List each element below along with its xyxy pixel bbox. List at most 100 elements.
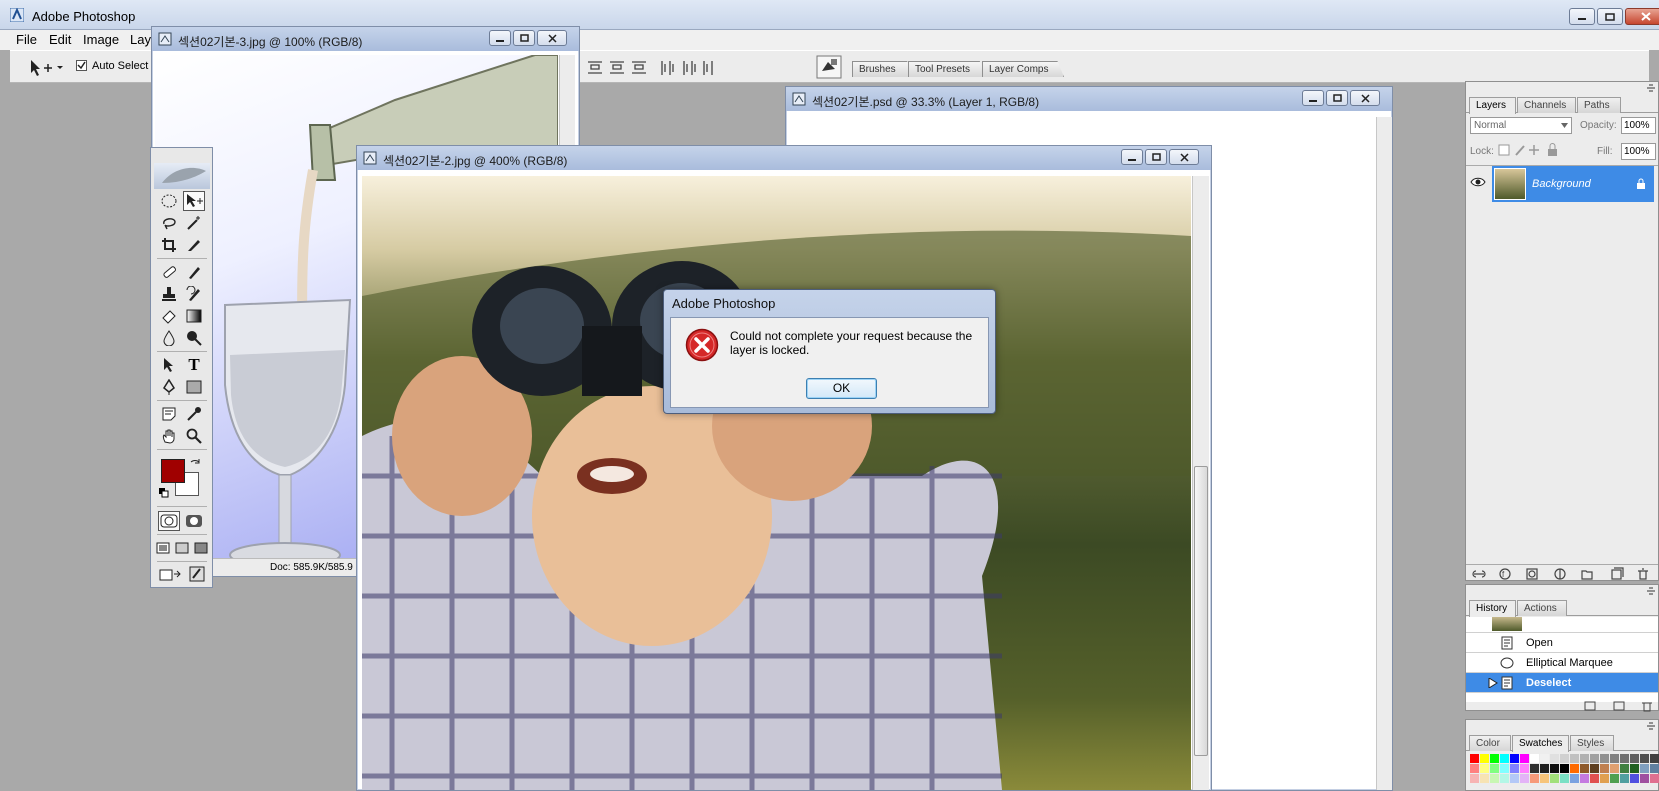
history-item-open[interactable]: Open — [1466, 633, 1658, 653]
lock-options-icons[interactable] — [1498, 143, 1562, 157]
doc3-close-button[interactable] — [537, 30, 567, 46]
color-swatch[interactable] — [1550, 764, 1559, 773]
palette-well-icon[interactable] — [816, 55, 842, 79]
palette-menu-icon[interactable] — [1644, 82, 1658, 94]
color-swatch[interactable] — [1620, 764, 1629, 773]
lasso-tool[interactable] — [158, 213, 180, 233]
color-swatch[interactable] — [1470, 774, 1479, 783]
tab-swatches[interactable]: Swatches — [1512, 735, 1569, 752]
document-2-scrollbar[interactable] — [1192, 176, 1209, 790]
swap-colors-icon[interactable] — [189, 458, 201, 470]
color-swatch[interactable] — [1480, 754, 1489, 763]
color-swatch[interactable] — [1550, 754, 1559, 763]
history-item-elliptical-marquee[interactable]: Elliptical Marquee — [1466, 653, 1658, 673]
document-2-scroll-thumb[interactable] — [1194, 466, 1208, 756]
magic-wand-tool[interactable] — [183, 213, 205, 233]
well-tab-brushes[interactable]: Brushes — [852, 61, 912, 77]
color-swatch[interactable] — [1480, 764, 1489, 773]
color-swatch[interactable] — [1500, 774, 1509, 783]
clone-stamp-tool[interactable] — [158, 284, 180, 304]
document-psd-scrollbar[interactable] — [1376, 117, 1392, 790]
color-swatch[interactable] — [1510, 754, 1519, 763]
history-item-deselect[interactable]: Deselect — [1466, 673, 1658, 693]
screen-mode-full-menu[interactable] — [173, 538, 191, 558]
color-swatch[interactable] — [1630, 764, 1639, 773]
default-colors-icon[interactable] — [159, 488, 169, 498]
eraser-tool[interactable] — [158, 306, 180, 326]
color-swatch[interactable] — [1600, 754, 1609, 763]
minimize-button[interactable] — [1569, 8, 1595, 25]
align-icons[interactable] — [586, 59, 716, 77]
doc3-minimize-button[interactable] — [489, 30, 511, 46]
opacity-input[interactable]: 100% — [1621, 117, 1656, 134]
document-window-2[interactable]: 섹션02기본-2.jpg @ 400% (RGB/8) — [356, 145, 1212, 791]
color-swatch[interactable] — [1590, 764, 1599, 773]
zoom-tool[interactable] — [183, 426, 205, 446]
color-swatch[interactable] — [1630, 774, 1639, 783]
color-swatch[interactable] — [1490, 764, 1499, 773]
crop-tool[interactable] — [158, 235, 180, 255]
color-swatch[interactable] — [1520, 764, 1529, 773]
rectangle-tool[interactable] — [183, 377, 205, 397]
marquee-tool[interactable] — [158, 191, 180, 211]
psd-close-button[interactable] — [1350, 90, 1380, 106]
color-swatch[interactable] — [1530, 764, 1539, 773]
fill-input[interactable]: 100% — [1621, 143, 1656, 160]
blend-mode-select[interactable]: Normal — [1470, 117, 1572, 134]
document-2-canvas[interactable] — [362, 176, 1191, 790]
tab-styles[interactable]: Styles — [1570, 735, 1614, 751]
color-swatch[interactable] — [1650, 774, 1659, 783]
feather-logo[interactable] — [154, 163, 210, 189]
color-swatch[interactable] — [1490, 774, 1499, 783]
auto-select-checkbox[interactable] — [76, 60, 87, 71]
close-button[interactable] — [1625, 8, 1659, 25]
quick-mask-button[interactable] — [183, 511, 205, 531]
color-swatch[interactable] — [1580, 754, 1589, 763]
color-swatch[interactable] — [1550, 774, 1559, 783]
ok-button[interactable]: OK — [806, 378, 877, 399]
color-swatch[interactable] — [1630, 754, 1639, 763]
notes-tool[interactable] — [158, 404, 180, 424]
hand-tool[interactable] — [158, 426, 180, 446]
color-swatch[interactable] — [1530, 774, 1539, 783]
color-swatch[interactable] — [1500, 764, 1509, 773]
color-swatch[interactable] — [1620, 754, 1629, 763]
color-swatch[interactable] — [1590, 754, 1599, 763]
imageready-logo[interactable] — [186, 564, 208, 584]
tab-color[interactable]: Color — [1469, 735, 1511, 751]
color-swatch[interactable] — [1640, 774, 1649, 783]
layer-footer-icons[interactable]: f — [1472, 567, 1654, 580]
document-2-titlebar[interactable]: 섹션02기본-2.jpg @ 400% (RGB/8) — [357, 146, 1211, 170]
document-3-titlebar[interactable]: 섹션02기본-3.jpg @ 100% (RGB/8) — [152, 27, 579, 51]
type-tool[interactable]: T — [183, 355, 205, 375]
palette-menu-icon[interactable] — [1644, 585, 1658, 597]
screen-mode-standard[interactable] — [154, 538, 172, 558]
well-tab-layer-comps[interactable]: Layer Comps — [982, 61, 1064, 77]
screen-mode-full[interactable] — [192, 538, 210, 558]
color-swatch[interactable] — [1520, 774, 1529, 783]
color-swatch[interactable] — [1540, 774, 1549, 783]
color-swatch[interactable] — [1510, 774, 1519, 783]
palette-menu-icon[interactable] — [1644, 720, 1658, 732]
color-swatch[interactable] — [1610, 764, 1619, 773]
color-swatch[interactable] — [1640, 764, 1649, 773]
move-tool-preset-icon[interactable] — [28, 58, 64, 78]
doc2-maximize-button[interactable] — [1145, 149, 1167, 165]
eyedropper-tool[interactable] — [183, 404, 205, 424]
doc2-minimize-button[interactable] — [1121, 149, 1143, 165]
brush-tool[interactable] — [183, 262, 205, 282]
tab-paths[interactable]: Paths — [1577, 97, 1621, 113]
history-footer-icons[interactable] — [1584, 700, 1656, 712]
move-tool[interactable] — [183, 191, 205, 211]
color-swatch[interactable] — [1570, 774, 1579, 783]
color-swatch[interactable] — [1560, 754, 1569, 763]
well-tab-tool-presets[interactable]: Tool Presets — [908, 61, 986, 77]
color-swatch[interactable] — [1490, 754, 1499, 763]
color-swatch[interactable] — [1650, 764, 1659, 773]
color-swatch[interactable] — [1650, 754, 1659, 763]
tab-actions[interactable]: Actions — [1517, 600, 1567, 616]
color-swatch[interactable] — [1610, 774, 1619, 783]
gradient-tool[interactable] — [183, 306, 205, 326]
layer-visibility-toggle[interactable] — [1470, 176, 1488, 196]
color-swatch[interactable] — [1470, 754, 1479, 763]
